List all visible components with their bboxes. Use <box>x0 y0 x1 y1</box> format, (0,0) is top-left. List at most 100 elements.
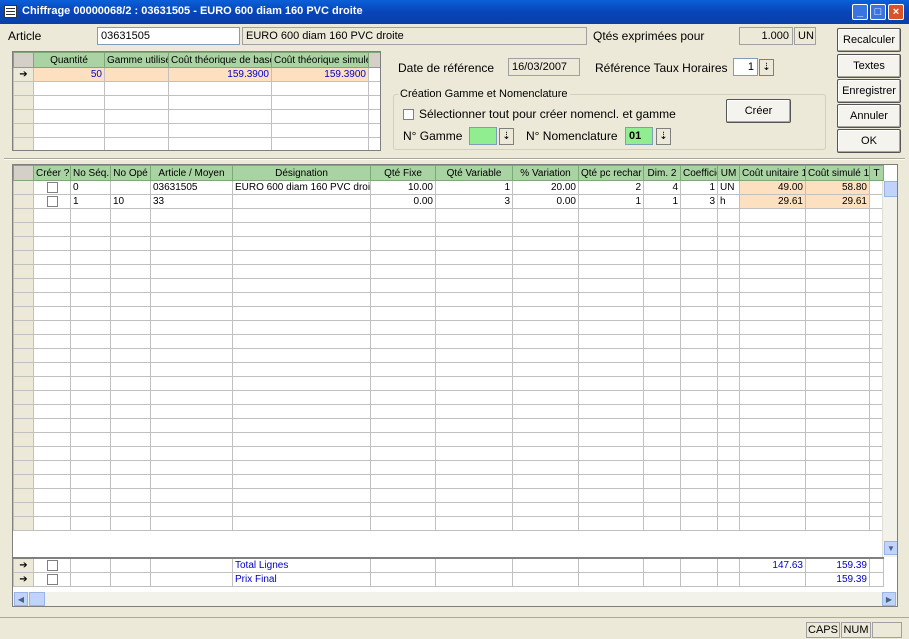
col-header-gamme[interactable]: Gamme utilisé <box>104 52 169 68</box>
empty-row[interactable] <box>13 474 884 489</box>
minimize-button[interactable]: _ <box>852 4 868 20</box>
gamme-dropdown-icon[interactable]: ⇣ <box>499 128 514 145</box>
horizontal-scrollbar[interactable]: ◀ ▶ <box>13 592 897 606</box>
empty-row[interactable] <box>13 306 884 321</box>
cell-article[interactable]: 33 <box>150 194 233 209</box>
ok-button[interactable]: OK <box>837 129 901 153</box>
empty-row[interactable] <box>13 502 884 517</box>
total-checkbox[interactable] <box>46 559 58 571</box>
empty-row[interactable] <box>13 250 884 265</box>
cell-ope[interactable]: 10 <box>110 194 151 209</box>
cell-coef[interactable]: 3 <box>680 194 718 209</box>
col-header-creer[interactable]: Créer ? <box>33 165 71 181</box>
taux-horaires-select[interactable]: 1 <box>733 58 758 76</box>
scroll-right-icon[interactable]: ▶ <box>882 592 896 606</box>
prix-final-checkbox[interactable] <box>46 573 58 585</box>
col-header-variation[interactable]: % Variation <box>512 165 579 181</box>
nomenclature-select[interactable]: 01 <box>625 127 653 145</box>
cell-dim2[interactable]: 4 <box>643 180 681 195</box>
col-header-ope[interactable]: No Opé <box>110 165 151 181</box>
cell-seq[interactable]: 1 <box>70 194 111 209</box>
cell-qte-fixe[interactable]: 0.00 <box>370 194 436 209</box>
table-row[interactable]: ➔ 50 159.3900 159.3900 <box>13 67 380 82</box>
col-header-cout-simule[interactable]: Coût simulé 1 <box>805 165 870 181</box>
empty-row[interactable] <box>13 516 884 531</box>
cell-cout-simule[interactable]: 58.80 <box>805 180 870 195</box>
cell-designation[interactable]: EURO 600 diam 160 PVC droite <box>232 180 371 195</box>
select-all-checkbox[interactable] <box>403 109 414 120</box>
cell-variation[interactable]: 0.00 <box>512 194 579 209</box>
cell-gamme[interactable] <box>104 67 169 82</box>
h-scroll-thumb[interactable] <box>29 592 45 606</box>
cell-cout-base[interactable]: 159.3900 <box>168 67 272 82</box>
col-header-dim2[interactable]: Dim. 2 <box>643 165 681 181</box>
col-header-qte-fixe[interactable]: Qté Fixe <box>370 165 436 181</box>
empty-row[interactable] <box>13 208 884 223</box>
scroll-left-icon[interactable]: ◀ <box>14 592 28 606</box>
col-header-seq[interactable]: No Séq. <box>70 165 111 181</box>
empty-row[interactable] <box>13 264 884 279</box>
taux-dropdown-icon[interactable]: ⇣ <box>759 59 774 76</box>
empty-row[interactable] <box>13 292 884 307</box>
empty-row[interactable] <box>13 348 884 363</box>
cell-seq[interactable]: 0 <box>70 180 111 195</box>
empty-row[interactable] <box>13 418 884 433</box>
empty-row[interactable] <box>13 278 884 293</box>
col-header-quantite[interactable]: Quantité <box>33 52 105 68</box>
cell-dim2[interactable]: 1 <box>643 194 681 209</box>
col-header-cout-base[interactable]: Coût théorique de base <box>168 52 272 68</box>
nomenclature-dropdown-icon[interactable]: ⇣ <box>656 128 671 145</box>
gamme-select[interactable] <box>469 127 497 145</box>
empty-row[interactable] <box>13 390 884 405</box>
creer-checkbox[interactable] <box>46 181 58 193</box>
cell-qte-variable[interactable]: 1 <box>435 180 513 195</box>
empty-row[interactable] <box>13 446 884 461</box>
close-button[interactable]: × <box>888 4 904 20</box>
maximize-button[interactable]: □ <box>870 4 886 20</box>
vertical-scrollbar[interactable]: ▼ <box>882 181 897 557</box>
cell-cout-simule[interactable]: 159.3900 <box>271 67 369 82</box>
cell-qte-fixe[interactable]: 10.00 <box>370 180 436 195</box>
empty-row[interactable] <box>13 460 884 475</box>
empty-row[interactable] <box>13 404 884 419</box>
empty-row[interactable] <box>13 236 884 251</box>
annuler-button[interactable]: Annuler <box>837 104 901 128</box>
cell-um[interactable]: UN <box>717 180 740 195</box>
cell-variation[interactable]: 20.00 <box>512 180 579 195</box>
table-row[interactable]: 1 10 33 0.00 3 0.00 1 1 3 h 29.61 29.61 <box>13 194 884 209</box>
col-header-cout-unitaire[interactable]: Coût unitaire 1 <box>739 165 806 181</box>
cell-qte-pc[interactable]: 2 <box>578 180 644 195</box>
cell-designation[interactable] <box>232 194 371 209</box>
cell-cout-unitaire[interactable]: 49.00 <box>739 180 806 195</box>
empty-row[interactable] <box>13 222 884 237</box>
cell-qte-variable[interactable]: 3 <box>435 194 513 209</box>
cell-coef[interactable]: 1 <box>680 180 718 195</box>
cell-um[interactable]: h <box>717 194 740 209</box>
empty-row[interactable] <box>13 320 884 335</box>
col-header-cout-simule[interactable]: Coût théorique simulé <box>271 52 369 68</box>
table-row[interactable]: 0 03631505 EURO 600 diam 160 PVC droite … <box>13 180 884 195</box>
empty-row[interactable] <box>13 488 884 503</box>
col-header-qte-variable[interactable]: Qté Variable <box>435 165 513 181</box>
col-header-designation[interactable]: Désignation <box>232 165 371 181</box>
cell-qte-pc[interactable]: 1 <box>578 194 644 209</box>
col-header-article[interactable]: Article / Moyen <box>150 165 233 181</box>
empty-row[interactable] <box>13 362 884 377</box>
cell-quantite[interactable]: 50 <box>33 67 105 82</box>
article-code-input[interactable]: 03631505 <box>97 27 240 45</box>
create-button[interactable]: Créer <box>726 99 791 123</box>
col-header-t[interactable]: T <box>869 165 884 181</box>
empty-row[interactable] <box>13 334 884 349</box>
empty-row[interactable] <box>13 376 884 391</box>
col-header-qte-pc[interactable]: Qté pc rechar <box>578 165 644 181</box>
cell-article[interactable]: 03631505 <box>150 180 233 195</box>
cell-cout-simule[interactable]: 29.61 <box>805 194 870 209</box>
recalculer-button[interactable]: Recalculer <box>837 28 901 52</box>
enregistrer-button[interactable]: Enregistrer <box>837 79 901 103</box>
col-header-coef[interactable]: Coefficie <box>680 165 718 181</box>
col-header-um[interactable]: UM <box>717 165 740 181</box>
cell-ope[interactable] <box>110 180 151 195</box>
empty-row[interactable] <box>13 432 884 447</box>
textes-button[interactable]: Textes <box>837 54 901 78</box>
cell-cout-unitaire[interactable]: 29.61 <box>739 194 806 209</box>
